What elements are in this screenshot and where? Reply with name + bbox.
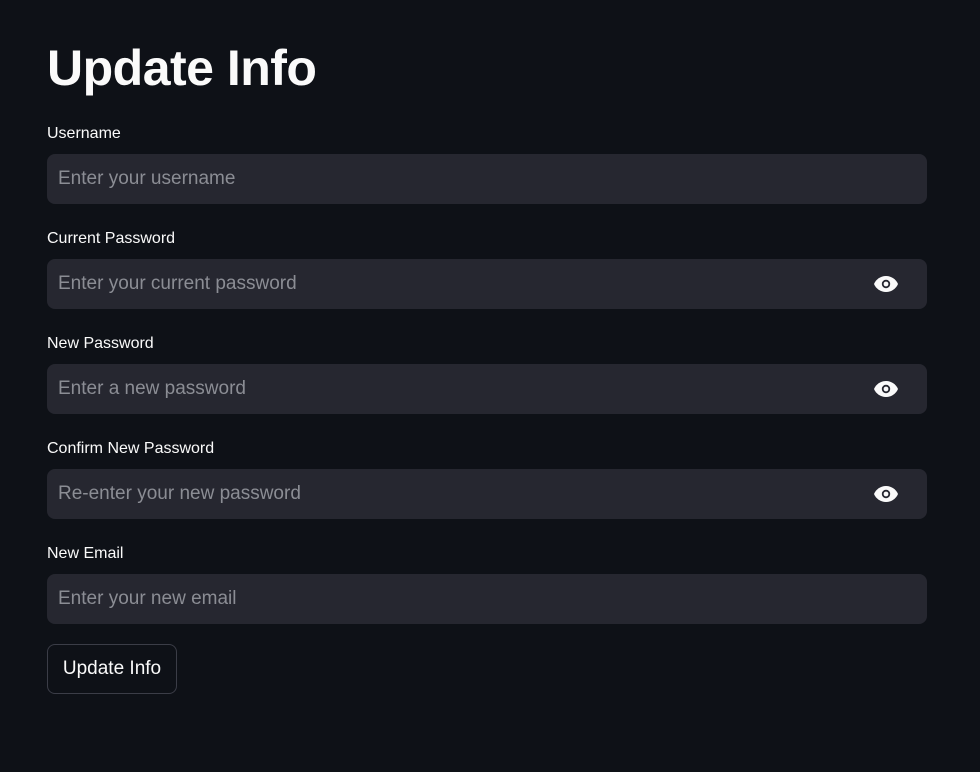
- new-email-input-wrapper: [47, 574, 927, 624]
- eye-icon[interactable]: [871, 374, 901, 404]
- confirm-password-input-wrapper: [47, 469, 927, 519]
- username-input[interactable]: [47, 154, 927, 204]
- username-input-wrapper: [47, 154, 927, 204]
- username-field-group: Username: [47, 124, 927, 204]
- new-email-input[interactable]: [47, 574, 927, 624]
- current-password-input[interactable]: [47, 259, 871, 309]
- new-password-field-group: New Password: [47, 334, 927, 414]
- new-password-input-wrapper: [47, 364, 927, 414]
- confirm-password-label: Confirm New Password: [47, 440, 215, 457]
- page-title: Update Info: [47, 40, 317, 96]
- confirm-password-field-group: Confirm New Password: [47, 439, 927, 519]
- confirm-password-input[interactable]: [47, 469, 871, 519]
- new-email-label: New Email: [47, 545, 124, 562]
- eye-icon[interactable]: [871, 269, 901, 299]
- update-info-button[interactable]: Update Info: [47, 644, 177, 694]
- current-password-label: Current Password: [47, 230, 176, 247]
- new-email-field-group: New Email: [47, 544, 927, 624]
- current-password-field-group: Current Password: [47, 229, 927, 309]
- new-password-label: New Password: [47, 335, 154, 352]
- current-password-input-wrapper: [47, 259, 927, 309]
- new-password-input[interactable]: [47, 364, 871, 414]
- username-label: Username: [47, 125, 121, 142]
- eye-icon[interactable]: [871, 479, 901, 509]
